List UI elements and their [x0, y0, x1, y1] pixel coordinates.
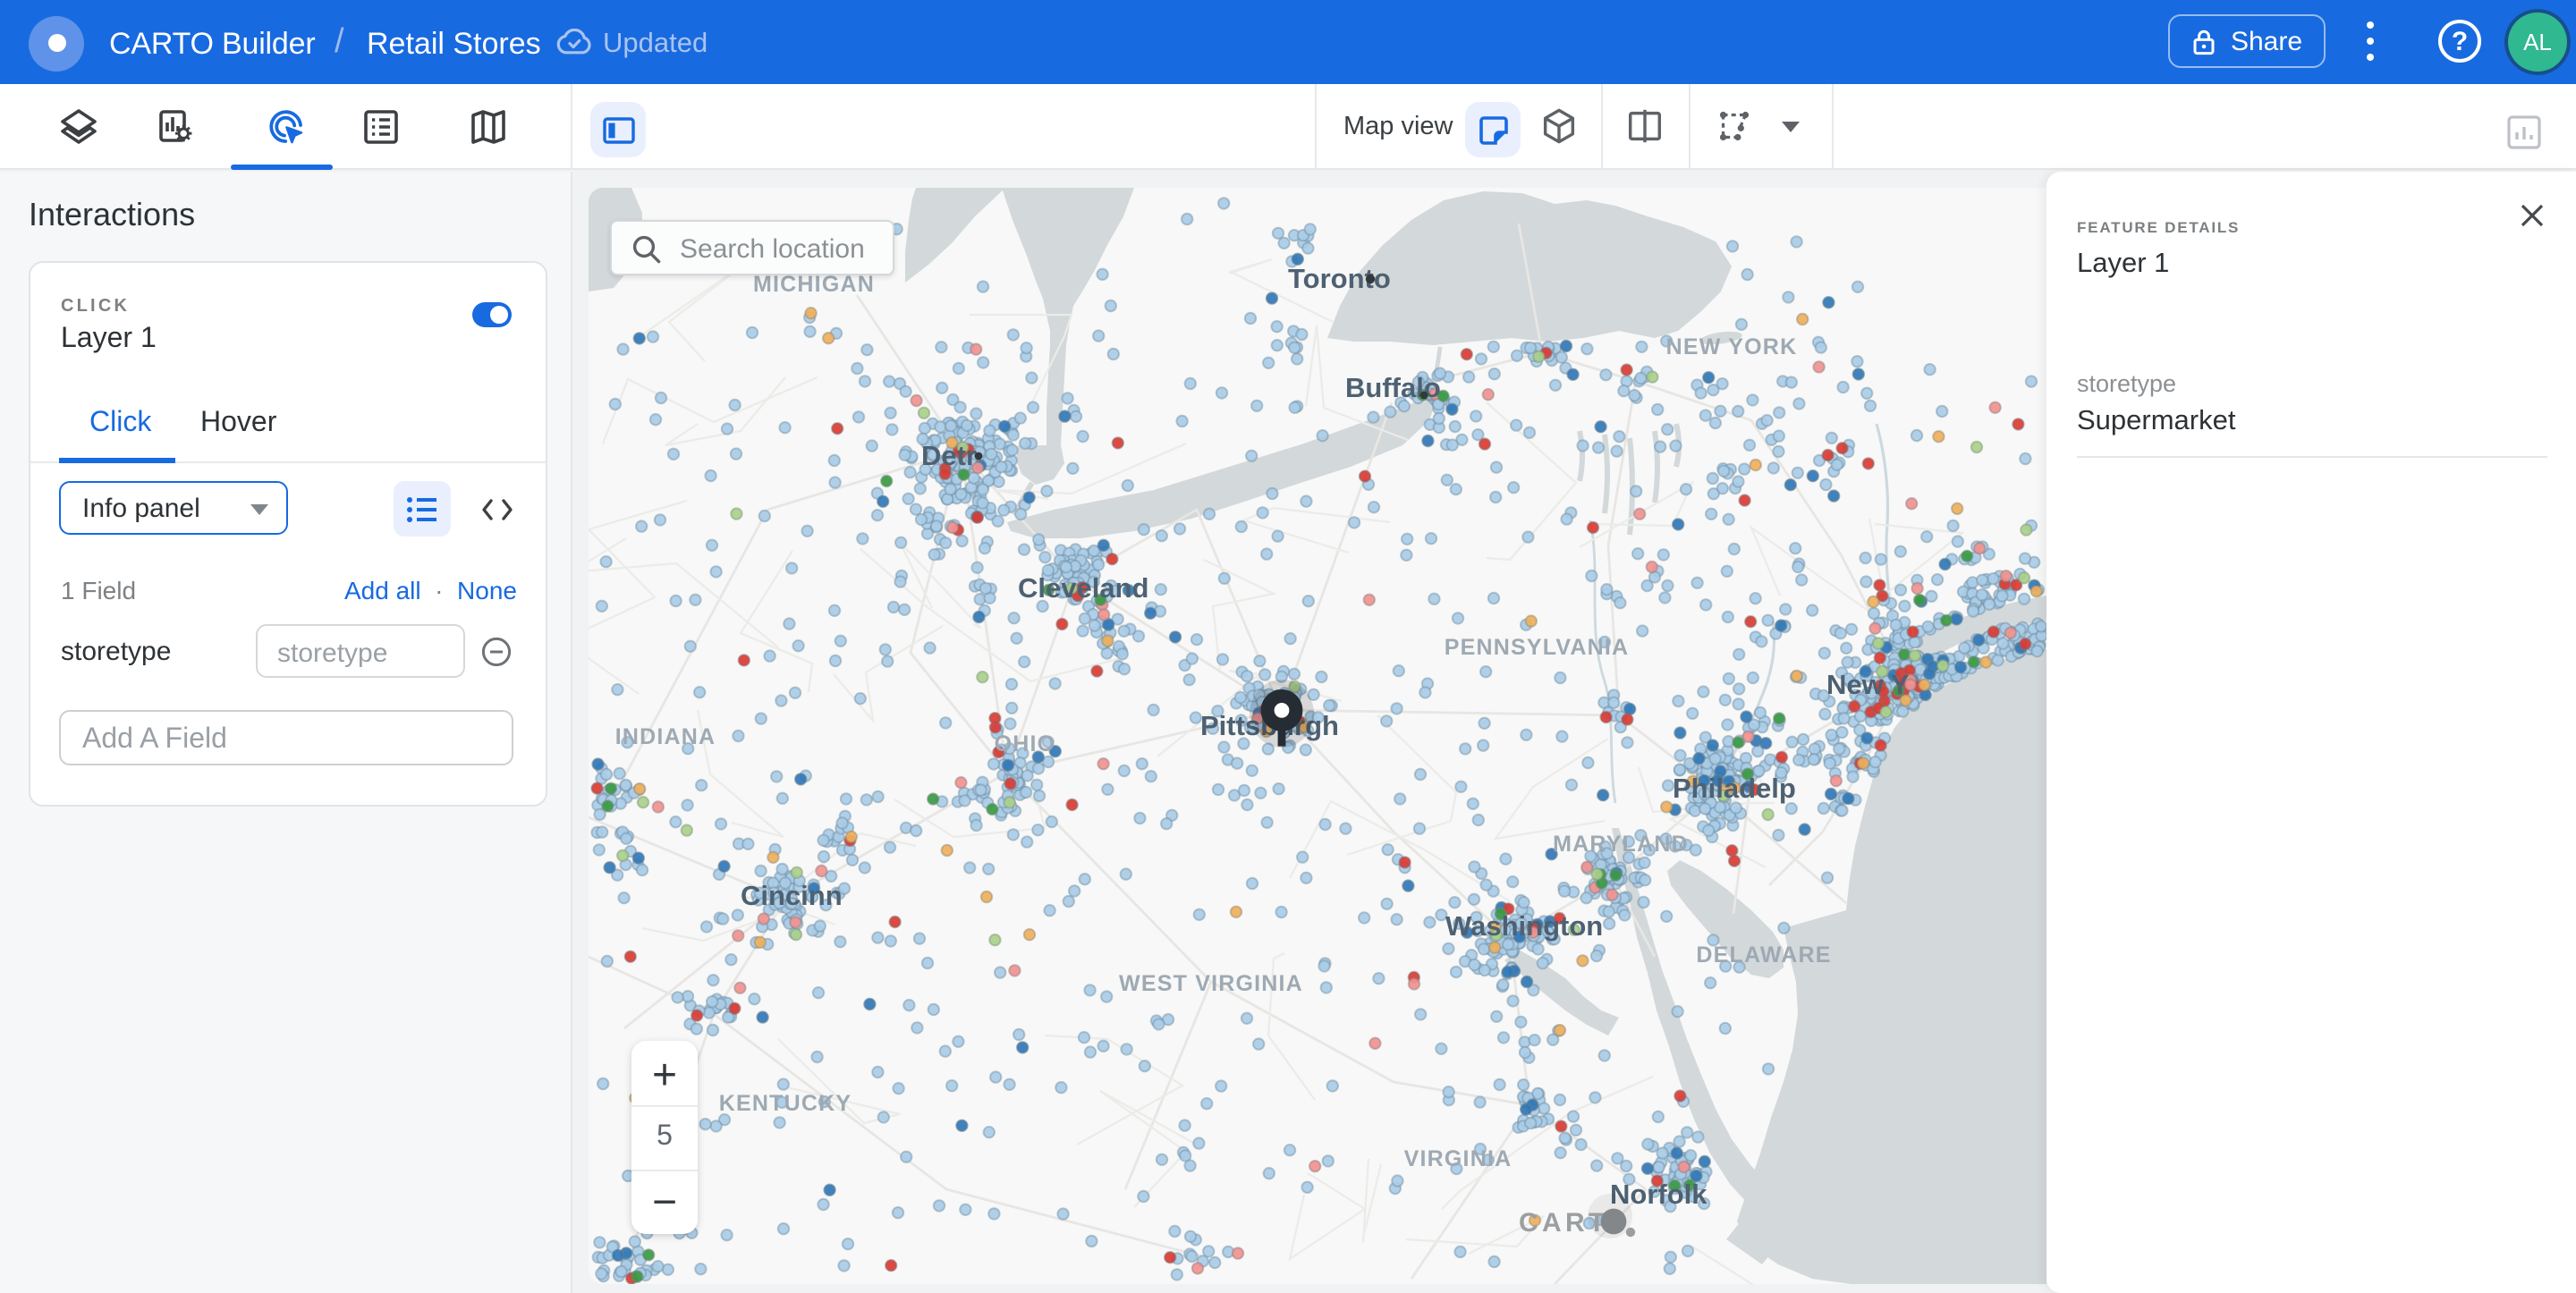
- svg-text:KENTUCKY: KENTUCKY: [719, 1091, 852, 1116]
- svg-text:R: R: [1565, 1208, 1585, 1238]
- svg-text:Cleveland: Cleveland: [1018, 572, 1148, 604]
- svg-text:Cincinn: Cincinn: [741, 880, 843, 911]
- svg-text:MARYLAND: MARYLAND: [1553, 832, 1689, 857]
- svg-text:A: A: [1542, 1208, 1562, 1238]
- svg-text:Detr: Detr: [921, 440, 977, 471]
- svg-text:INDIANA: INDIANA: [615, 724, 716, 749]
- svg-text:VIRGINIA: VIRGINIA: [1404, 1146, 1513, 1171]
- svg-text:NEW YORK: NEW YORK: [1666, 334, 1798, 359]
- svg-text:MICHIGAN: MICHIGAN: [753, 272, 875, 297]
- svg-text:Philadelp: Philadelp: [1673, 773, 1796, 804]
- svg-text:Washington: Washington: [1445, 910, 1603, 942]
- svg-text:WEST VIRGINIA: WEST VIRGINIA: [1119, 971, 1303, 996]
- svg-text:DELAWARE: DELAWARE: [1696, 942, 1831, 968]
- svg-text:Buffalo: Buffalo: [1345, 372, 1441, 403]
- svg-text:OHIO: OHIO: [995, 731, 1056, 756]
- svg-text:Toronto: Toronto: [1288, 263, 1391, 294]
- svg-text:New Y: New Y: [1826, 669, 1910, 700]
- svg-text:PENNSYLVANIA: PENNSYLVANIA: [1445, 635, 1630, 660]
- svg-text:C: C: [1519, 1208, 1538, 1238]
